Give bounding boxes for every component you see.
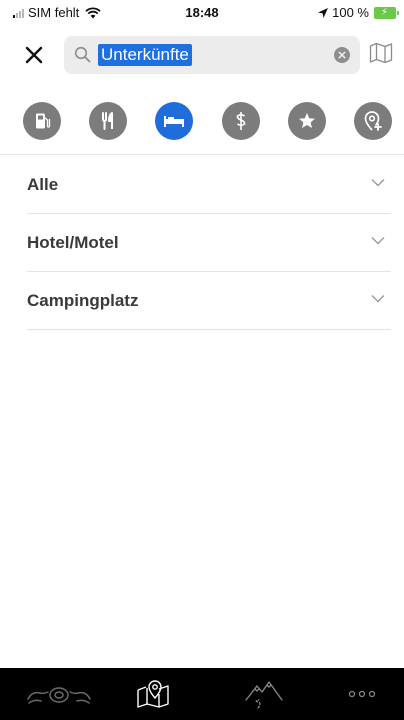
close-icon bbox=[25, 46, 43, 64]
tab-map[interactable] bbox=[127, 668, 179, 720]
battery-percent: 100 % bbox=[332, 5, 369, 20]
star-icon bbox=[299, 113, 315, 128]
status-bar: SIM fehlt 18:48 100 % ⚡ bbox=[0, 0, 404, 26]
filter-label: Alle bbox=[27, 175, 59, 194]
mountain-route-icon bbox=[245, 681, 283, 709]
status-right: 100 % ⚡ bbox=[318, 5, 399, 20]
tab-bar bbox=[0, 668, 404, 720]
tab-routes[interactable] bbox=[236, 668, 292, 720]
filter-label: Campingplatz bbox=[27, 291, 139, 310]
filter-item-campingplatz[interactable]: Campingplatz bbox=[27, 272, 391, 330]
search-header: Unterkünfte bbox=[0, 30, 404, 80]
filter-item-alle[interactable]: Alle bbox=[27, 156, 391, 214]
category-accommodation-button[interactable] bbox=[155, 102, 193, 140]
medical-icon bbox=[236, 112, 246, 130]
bed-icon bbox=[164, 116, 184, 127]
category-favorites-button[interactable] bbox=[288, 102, 326, 140]
search-icon bbox=[74, 46, 91, 63]
tab-ride[interactable] bbox=[18, 668, 100, 720]
more-icon bbox=[348, 690, 376, 698]
restaurant-icon bbox=[102, 112, 113, 130]
motorcycle-icon bbox=[27, 687, 91, 704]
chevron-down-icon bbox=[371, 295, 385, 303]
filter-label: Hotel/Motel bbox=[27, 233, 119, 252]
location-arrow-icon bbox=[318, 7, 329, 18]
category-row bbox=[0, 96, 404, 146]
category-add-location-button[interactable] bbox=[354, 102, 392, 140]
category-restaurant-button[interactable] bbox=[89, 102, 127, 140]
category-fuel-button[interactable] bbox=[23, 102, 61, 140]
map-pin-icon bbox=[137, 680, 169, 708]
filter-list: Alle Hotel/Motel Campingplatz bbox=[0, 156, 404, 330]
category-divider bbox=[0, 154, 404, 155]
tab-more[interactable] bbox=[340, 668, 384, 720]
close-button[interactable] bbox=[22, 43, 46, 67]
clear-icon[interactable] bbox=[334, 47, 350, 63]
battery-icon: ⚡ bbox=[374, 6, 399, 19]
chevron-down-icon bbox=[371, 179, 385, 187]
category-medical-button[interactable] bbox=[222, 102, 260, 140]
filter-item-hotel-motel[interactable]: Hotel/Motel bbox=[27, 214, 391, 272]
add-location-icon bbox=[364, 111, 382, 131]
chevron-down-icon bbox=[371, 237, 385, 245]
map-icon[interactable] bbox=[369, 42, 393, 64]
fuel-icon bbox=[36, 113, 51, 129]
search-input[interactable]: Unterkünfte bbox=[98, 44, 192, 66]
search-field[interactable]: Unterkünfte bbox=[64, 36, 360, 74]
